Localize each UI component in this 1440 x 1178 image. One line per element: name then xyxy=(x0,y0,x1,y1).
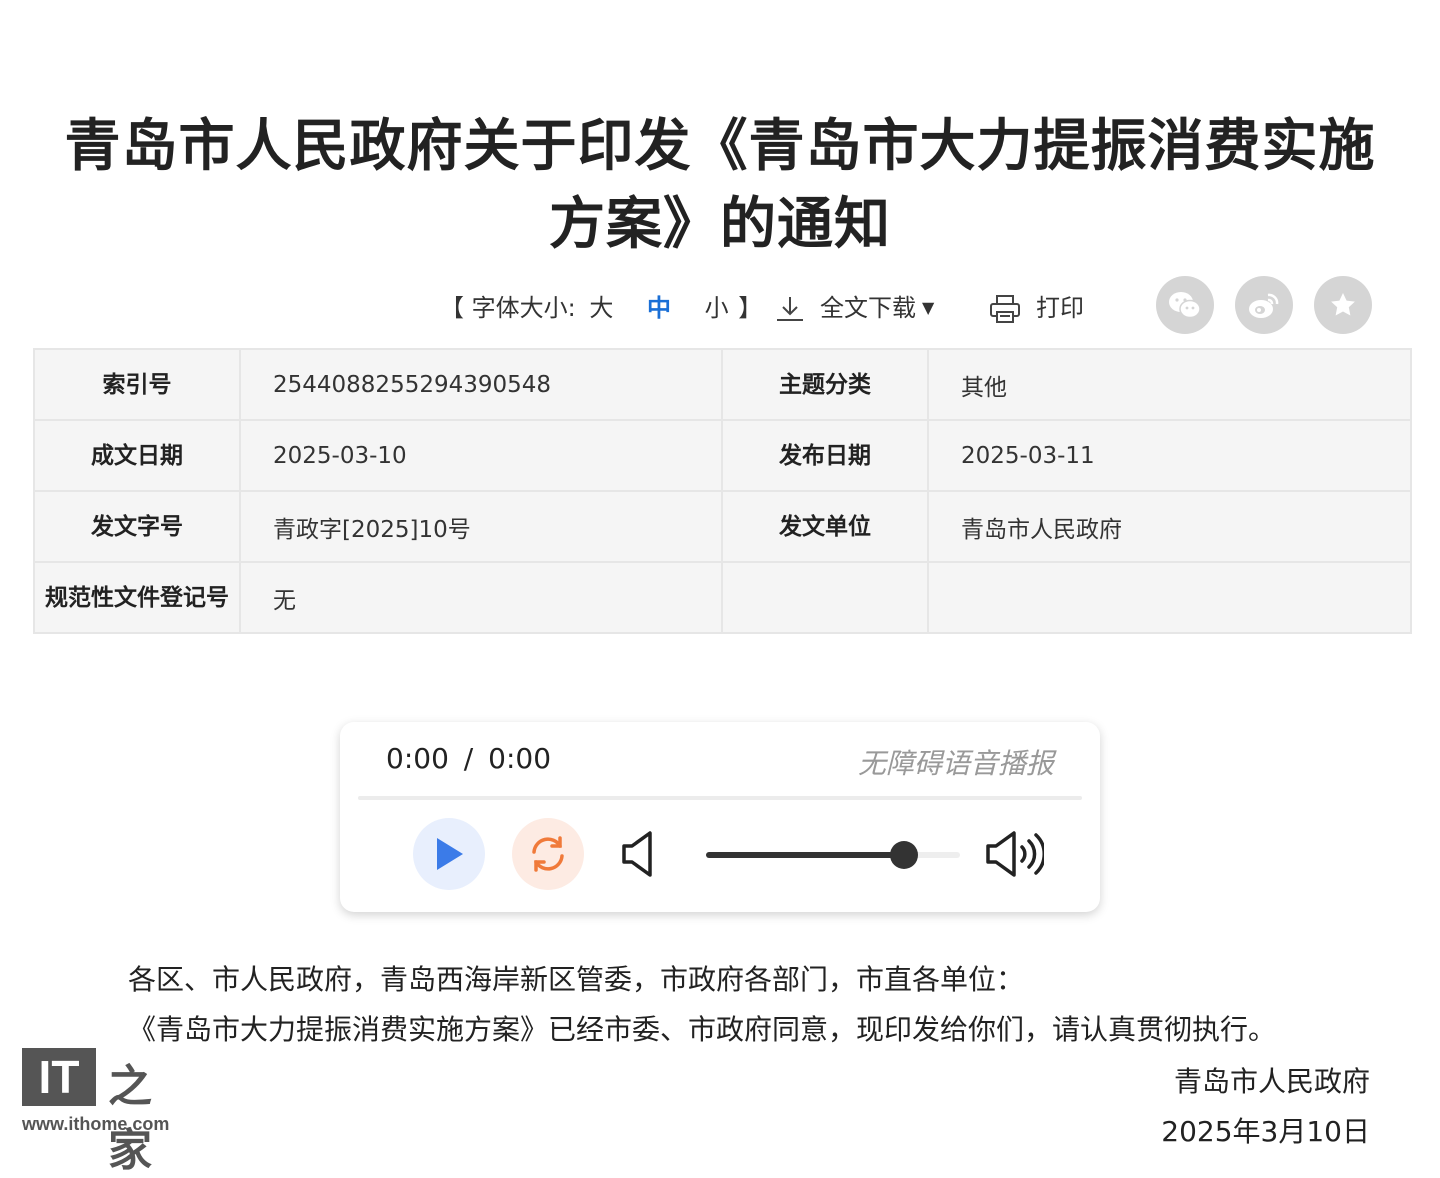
volume-slider-thumb[interactable] xyxy=(890,841,919,869)
font-large-option[interactable]: 大 xyxy=(589,294,613,322)
font-medium-option[interactable]: 中 xyxy=(647,294,671,322)
loop-icon xyxy=(532,836,564,872)
wechat-share-button[interactable] xyxy=(1156,276,1214,334)
empty-cell xyxy=(721,561,929,634)
table-row: 索引号 2544088255294390548 主题分类 其他 xyxy=(33,348,1412,421)
index-number-label: 索引号 xyxy=(33,348,241,421)
dropdown-caret-icon: ▼ xyxy=(922,298,935,317)
player-divider xyxy=(358,796,1082,800)
topic-category-label: 主题分类 xyxy=(721,348,929,421)
accessible-broadcast-label: 无障碍语音播报 xyxy=(857,747,1054,780)
salutation-text: 各区、市人民政府，青岛西海岸新区管委，市政府各部门，市直各单位： xyxy=(128,963,1025,996)
registration-number-value: 无 xyxy=(239,561,723,634)
watermark-url: www.ithome.com xyxy=(22,1114,170,1134)
document-metadata-table: 索引号 2544088255294390548 主题分类 其他 成文日期 202… xyxy=(33,348,1412,634)
font-size-prefix: 【 字体大小: xyxy=(440,294,576,322)
publish-date-value: 2025-03-11 xyxy=(927,419,1412,492)
page-title: 青岛市人民政府关于印发《青岛市大力提振消费实施方案》的通知 xyxy=(64,114,1376,257)
loop-button[interactable] xyxy=(512,818,584,890)
issuer-label: 发文单位 xyxy=(721,490,929,563)
table-row: 规范性文件登记号 无 xyxy=(33,561,1412,634)
print-label: 打印 xyxy=(1036,294,1084,322)
written-date-value: 2025-03-10 xyxy=(239,419,723,492)
download-label: 全文下载 xyxy=(820,294,916,322)
time-display: 0:00 / 0:00 xyxy=(386,742,551,775)
weibo-icon xyxy=(1249,293,1279,318)
time-separator: / xyxy=(463,742,474,775)
volume-slider[interactable] xyxy=(706,841,960,869)
topic-category-value: 其他 xyxy=(927,348,1412,421)
download-button[interactable]: 全文下载 ▼ xyxy=(774,288,934,325)
empty-cell xyxy=(927,561,1412,634)
body-paragraph: 《青岛市大力提振消费实施方案》已经市委、市政府同意，现印发给你们，请认真贯彻执行… xyxy=(128,1013,1277,1046)
play-button[interactable] xyxy=(413,818,485,890)
registration-number-label: 规范性文件登记号 xyxy=(33,561,241,634)
print-button[interactable]: 打印 xyxy=(988,288,1084,325)
font-size-control: 【 字体大小: 大 中 小 】 xyxy=(440,288,762,323)
favorite-share-button[interactable] xyxy=(1314,276,1372,334)
volume-slider-fill xyxy=(706,852,905,858)
document-number-value: 青政字[2025]10号 xyxy=(239,490,723,563)
download-icon xyxy=(777,297,803,321)
volume-up-icon[interactable] xyxy=(984,830,1044,878)
signature-date: 2025年3月10日 xyxy=(1161,1115,1370,1148)
weibo-share-button[interactable] xyxy=(1235,276,1293,334)
written-date-label: 成文日期 xyxy=(33,419,241,492)
current-time: 0:00 xyxy=(386,742,449,775)
favorite-star-icon xyxy=(1331,293,1355,316)
logo-it-mark: IT xyxy=(22,1048,96,1106)
document-number-label: 发文字号 xyxy=(33,490,241,563)
signature-organization: 青岛市人民政府 xyxy=(1173,1065,1370,1098)
font-small-option[interactable]: 小 xyxy=(705,294,729,322)
issuer-value: 青岛市人民政府 xyxy=(927,490,1412,563)
ithome-watermark-logo: IT 之家 www.ithome.com xyxy=(22,1048,182,1176)
printer-icon xyxy=(990,295,1020,323)
audio-player: 0:00 / 0:00 无障碍语音播报 xyxy=(340,722,1100,912)
font-size-suffix: 】 xyxy=(738,294,763,322)
play-icon xyxy=(437,838,463,870)
publish-date-label: 发布日期 xyxy=(721,419,929,492)
table-row: 成文日期 2025-03-10 发布日期 2025-03-11 xyxy=(33,419,1412,492)
volume-mute-icon[interactable] xyxy=(620,830,656,878)
index-number-value: 2544088255294390548 xyxy=(239,348,723,421)
wechat-icon xyxy=(1169,292,1201,319)
duration: 0:00 xyxy=(488,742,552,775)
table-row: 发文字号 青政字[2025]10号 发文单位 青岛市人民政府 xyxy=(33,490,1412,563)
